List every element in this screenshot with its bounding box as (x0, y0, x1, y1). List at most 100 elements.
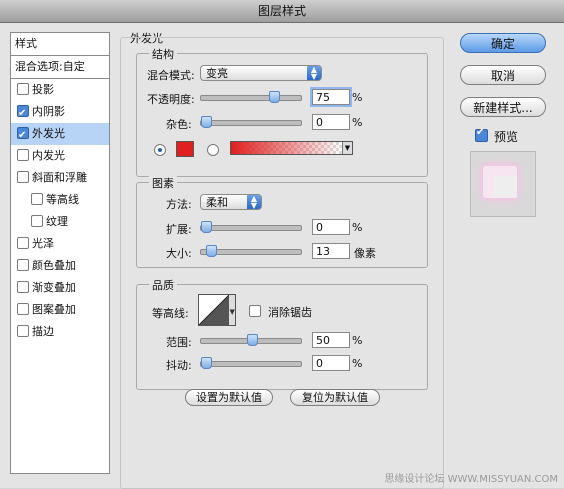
style-enable-checkbox[interactable] (17, 303, 29, 315)
styles-list: 样式 混合选项:自定 投影内阴影外发光内发光斜面和浮雕等高线纹理光泽颜色叠加渐变… (10, 32, 110, 474)
gradient-radio[interactable] (207, 144, 219, 156)
ok-button[interactable]: 确定 (460, 33, 546, 53)
style-list-item[interactable]: 渐变叠加 (11, 277, 109, 299)
style-list-item-label: 投影 (32, 83, 54, 96)
size-slider-thumb[interactable] (206, 245, 217, 257)
blending-options-item[interactable]: 混合选项:自定 (11, 56, 109, 79)
range-slider[interactable] (200, 334, 302, 346)
style-list-item-label: 外发光 (32, 127, 65, 140)
dialog-body: 样式 混合选项:自定 投影内阴影外发光内发光斜面和浮雕等高线纹理光泽颜色叠加渐变… (0, 23, 564, 489)
style-list-item-label: 纹理 (46, 215, 68, 228)
jitter-slider-thumb[interactable] (201, 357, 212, 369)
style-enable-checkbox[interactable] (31, 215, 43, 227)
style-list-item-label: 斜面和浮雕 (32, 171, 87, 184)
glow-color-swatch[interactable] (176, 141, 194, 157)
solid-color-radio[interactable] (154, 144, 166, 156)
preview-shape-inner (493, 176, 517, 198)
styles-header[interactable]: 样式 (11, 33, 109, 56)
preview-label: 预览 (494, 130, 519, 144)
style-enable-checkbox[interactable] (17, 325, 29, 337)
style-list-item[interactable]: 等高线 (11, 189, 109, 211)
style-enable-checkbox[interactable] (17, 171, 29, 183)
structure-title: 结构 (149, 46, 177, 62)
jitter-label: 抖动: (166, 359, 192, 372)
size-slider[interactable] (200, 245, 302, 257)
range-slider-thumb[interactable] (247, 334, 258, 346)
style-list-item-label: 内发光 (32, 149, 65, 162)
style-list-item[interactable]: 内阴影 (11, 101, 109, 125)
size-field[interactable]: 13 (312, 243, 350, 259)
opacity-slider-thumb[interactable] (269, 91, 280, 103)
gradient-fill (231, 142, 342, 154)
noise-unit: % (352, 116, 363, 129)
elements-title: 图素 (149, 175, 177, 191)
size-unit: 像素 (354, 247, 376, 260)
style-list-item[interactable]: 内发光 (11, 145, 109, 167)
antialias-checkbox[interactable] (249, 305, 261, 317)
reset-default-button[interactable]: 复位为默认值 (290, 389, 380, 406)
cancel-button[interactable]: 取消 (460, 65, 546, 85)
new-style-button[interactable]: 新建样式... (460, 97, 546, 117)
contour-picker[interactable]: ▼ (198, 294, 236, 326)
gradient-dropdown-icon[interactable]: ▼ (342, 142, 352, 154)
jitter-field[interactable]: 0 (312, 355, 350, 371)
jitter-slider[interactable] (200, 357, 302, 369)
spread-label: 扩展: (166, 223, 192, 236)
antialias-label: 消除锯齿 (268, 306, 312, 319)
contour-label: 等高线: (152, 307, 189, 320)
style-list-item-label: 图案叠加 (32, 303, 76, 316)
noise-field[interactable]: 0 (312, 114, 350, 130)
svg-text:▼: ▼ (230, 308, 236, 316)
opacity-unit: % (352, 91, 363, 104)
spread-slider-thumb[interactable] (201, 221, 212, 233)
technique-label: 方法: (166, 198, 192, 211)
style-enable-checkbox[interactable] (17, 149, 29, 161)
opacity-slider[interactable] (200, 91, 302, 103)
spread-slider[interactable] (200, 221, 302, 233)
style-list-item-label: 描边 (32, 325, 54, 338)
style-enable-checkbox[interactable] (17, 125, 29, 147)
make-default-button[interactable]: 设置为默认值 (185, 389, 273, 406)
style-list-item[interactable]: 斜面和浮雕 (11, 167, 109, 189)
style-list-item[interactable]: 外发光 (11, 123, 109, 147)
technique-value: 柔和 (206, 196, 228, 209)
window-title-bar: 图层样式 (0, 0, 564, 23)
style-enable-checkbox[interactable] (17, 237, 29, 249)
noise-slider[interactable] (200, 116, 302, 128)
spread-field[interactable]: 0 (312, 219, 350, 235)
range-unit: % (352, 334, 363, 347)
technique-select[interactable]: 柔和 ▲ ▼ (200, 194, 262, 210)
style-list-item[interactable]: 光泽 (11, 233, 109, 255)
style-enable-checkbox[interactable] (17, 83, 29, 95)
window-title: 图层样式 (257, 4, 306, 18)
style-list-item[interactable]: 描边 (11, 321, 109, 343)
style-list-item[interactable]: 纹理 (11, 211, 109, 233)
style-list-item[interactable]: 颜色叠加 (11, 255, 109, 277)
style-enable-checkbox[interactable] (17, 103, 29, 125)
range-field[interactable]: 50 (312, 332, 350, 348)
blend-mode-label: 混合模式: (147, 69, 195, 82)
quality-title: 品质 (149, 277, 177, 293)
watermark-text: 思缘设计论坛 WWW.MISSYUAN.COM (384, 474, 558, 485)
style-list-item[interactable]: 图案叠加 (11, 299, 109, 321)
blend-mode-value: 变亮 (206, 67, 228, 80)
style-list-item-label: 渐变叠加 (32, 281, 76, 294)
noise-slider-thumb[interactable] (201, 116, 212, 128)
glow-gradient-picker[interactable]: ▼ (230, 141, 353, 155)
contour-curve-icon: ▼ (199, 295, 235, 325)
style-list-item[interactable]: 投影 (11, 79, 109, 101)
style-enable-checkbox[interactable] (31, 193, 43, 205)
jitter-unit: % (352, 357, 363, 370)
spread-unit: % (352, 221, 363, 234)
blend-mode-select[interactable]: 变亮 ▲ ▼ (200, 65, 322, 81)
style-list-item-label: 颜色叠加 (32, 259, 76, 272)
preview-checkbox[interactable] (475, 127, 488, 142)
select-arrows-icon: ▲ ▼ (307, 66, 321, 81)
style-enable-checkbox[interactable] (17, 259, 29, 271)
opacity-field[interactable]: 75 (312, 89, 350, 105)
style-list-item-label: 内阴影 (32, 105, 65, 118)
style-preview-thumbnail (470, 151, 536, 217)
noise-label: 杂色: (166, 118, 192, 131)
opacity-label: 不透明度: (147, 93, 195, 106)
style-enable-checkbox[interactable] (17, 281, 29, 293)
